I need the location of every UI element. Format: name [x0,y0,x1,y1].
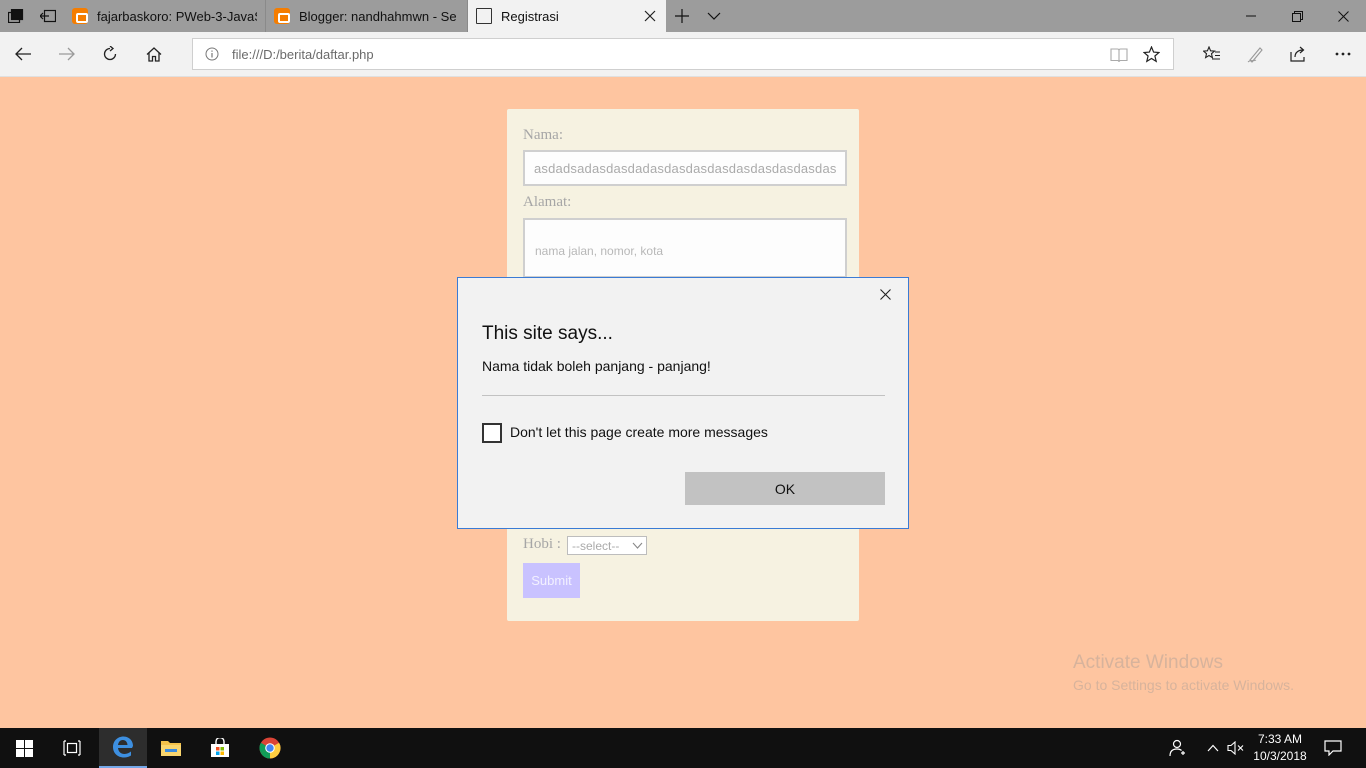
tab-close-button[interactable] [642,8,658,24]
start-button[interactable] [0,728,48,768]
info-icon[interactable] [205,47,219,61]
hobi-selected-value: --select-- [572,539,620,553]
set-tabs-aside-icon [40,9,56,23]
favorites-list-icon [1203,46,1220,60]
restore-button[interactable] [1274,0,1320,32]
dialog-title: This site says... [482,323,613,344]
tab-fajarbaskoro[interactable]: fajarbaskoro: PWeb-3-JavaS [64,0,266,32]
close-icon [1337,10,1349,22]
dialog-close-button[interactable] [875,284,895,304]
blogger-icon [274,8,290,24]
address-bar[interactable]: file:///D:/berita/daftar.php [192,38,1174,70]
arrow-left-icon [15,47,31,61]
task-view-icon [63,740,81,756]
suppress-messages-label[interactable]: Don't let this page create more messages [510,424,768,440]
arrow-right-icon [59,47,75,61]
home-icon [146,46,162,62]
tab-actions-button[interactable] [0,0,32,32]
chevron-down-icon [632,542,643,549]
navigation-bar: file:///D:/berita/daftar.php [0,32,1366,77]
reading-view-icon[interactable] [1110,47,1128,63]
home-button[interactable] [136,37,172,71]
plus-icon [675,9,689,23]
activate-windows-title: Activate Windows [1073,652,1223,673]
page-icon [476,8,492,24]
folder-icon [161,741,181,756]
forward-button[interactable] [49,37,85,71]
new-tab-button[interactable] [666,0,698,32]
show-hidden-icons-button[interactable] [1203,738,1223,758]
action-center-button[interactable] [1323,738,1343,758]
share-icon [1290,46,1305,62]
activate-windows-subtitle: Go to Settings to activate Windows. [1073,677,1294,693]
refresh-icon [103,46,117,61]
minimize-button[interactable] [1228,0,1274,32]
volume-muted-icon [1227,741,1244,755]
edge-icon [113,736,133,758]
settings-more-button[interactable] [1323,37,1363,71]
submit-button[interactable]: Submit [523,563,580,598]
close-window-button[interactable] [1320,0,1366,32]
address-label: Alamat: [523,194,572,210]
pen-icon [1247,47,1263,63]
tab-actions-icon [8,9,24,23]
chevron-down-icon [707,12,721,20]
clock-date: 10/3/2018 [1253,749,1307,763]
dialog-message: Nama tidak boleh panjang - panjang! [482,358,711,374]
name-label: Nama: [523,127,563,143]
store-button[interactable] [196,728,244,768]
windows-logo-icon [15,739,33,757]
url-text[interactable]: file:///D:/berita/daftar.php [232,47,374,62]
more-icon [1335,52,1351,56]
edge-taskbar-button[interactable] [99,728,147,768]
chrome-button[interactable] [246,728,294,768]
address-textarea[interactable]: nama jalan, nomor, kota [523,218,847,278]
favorites-hub-button[interactable] [1192,37,1232,71]
tab-preview-button[interactable] [698,0,730,32]
favorite-star-icon[interactable] [1143,46,1160,63]
minimize-icon [1246,15,1256,17]
set-tabs-aside-button[interactable] [32,0,64,32]
hobi-label: Hobi : [523,536,561,552]
close-icon [644,10,656,22]
chevron-up-icon [1207,744,1219,752]
store-bag-icon [211,738,229,757]
web-note-button[interactable] [1236,37,1276,71]
clock-time: 7:33 AM [1257,732,1303,746]
alert-dialog: This site says... Nama tidak boleh panja… [457,277,909,529]
task-view-button[interactable] [48,728,96,768]
tab-registrasi[interactable]: Registrasi [468,0,666,32]
chrome-icon [259,737,281,759]
tab-title: fajarbaskoro: PWeb-3-JavaS [97,8,257,24]
name-input[interactable]: asdadsadasdasdadasdasdasdasdasdasdasdasd… [523,150,847,186]
hobi-select[interactable]: --select-- [567,536,647,555]
tab-title: Blogger: nandhahmwn - Se [299,8,457,24]
refresh-button[interactable] [92,37,128,71]
suppress-messages-checkbox[interactable] [482,423,502,443]
blogger-icon [72,8,88,24]
people-icon [1169,739,1185,757]
dialog-divider [482,395,885,396]
volume-button[interactable] [1226,738,1246,758]
tab-title: Registrasi [501,8,559,24]
close-icon [879,288,891,300]
back-button[interactable] [5,37,41,71]
restore-icon [1291,10,1303,22]
tab-blogger-nandhahmwn[interactable]: Blogger: nandhahmwn - Se [266,0,468,32]
people-button[interactable] [1167,738,1187,758]
share-button[interactable] [1279,37,1319,71]
tab-strip: fajarbaskoro: PWeb-3-JavaS Blogger: nand… [0,0,1366,32]
notification-icon [1324,740,1342,756]
ok-button[interactable]: OK [685,472,885,505]
file-explorer-button[interactable] [147,728,195,768]
clock[interactable]: 7:33 AM 10/3/2018 [1250,731,1310,765]
taskbar: 7:33 AM 10/3/2018 [0,728,1366,768]
